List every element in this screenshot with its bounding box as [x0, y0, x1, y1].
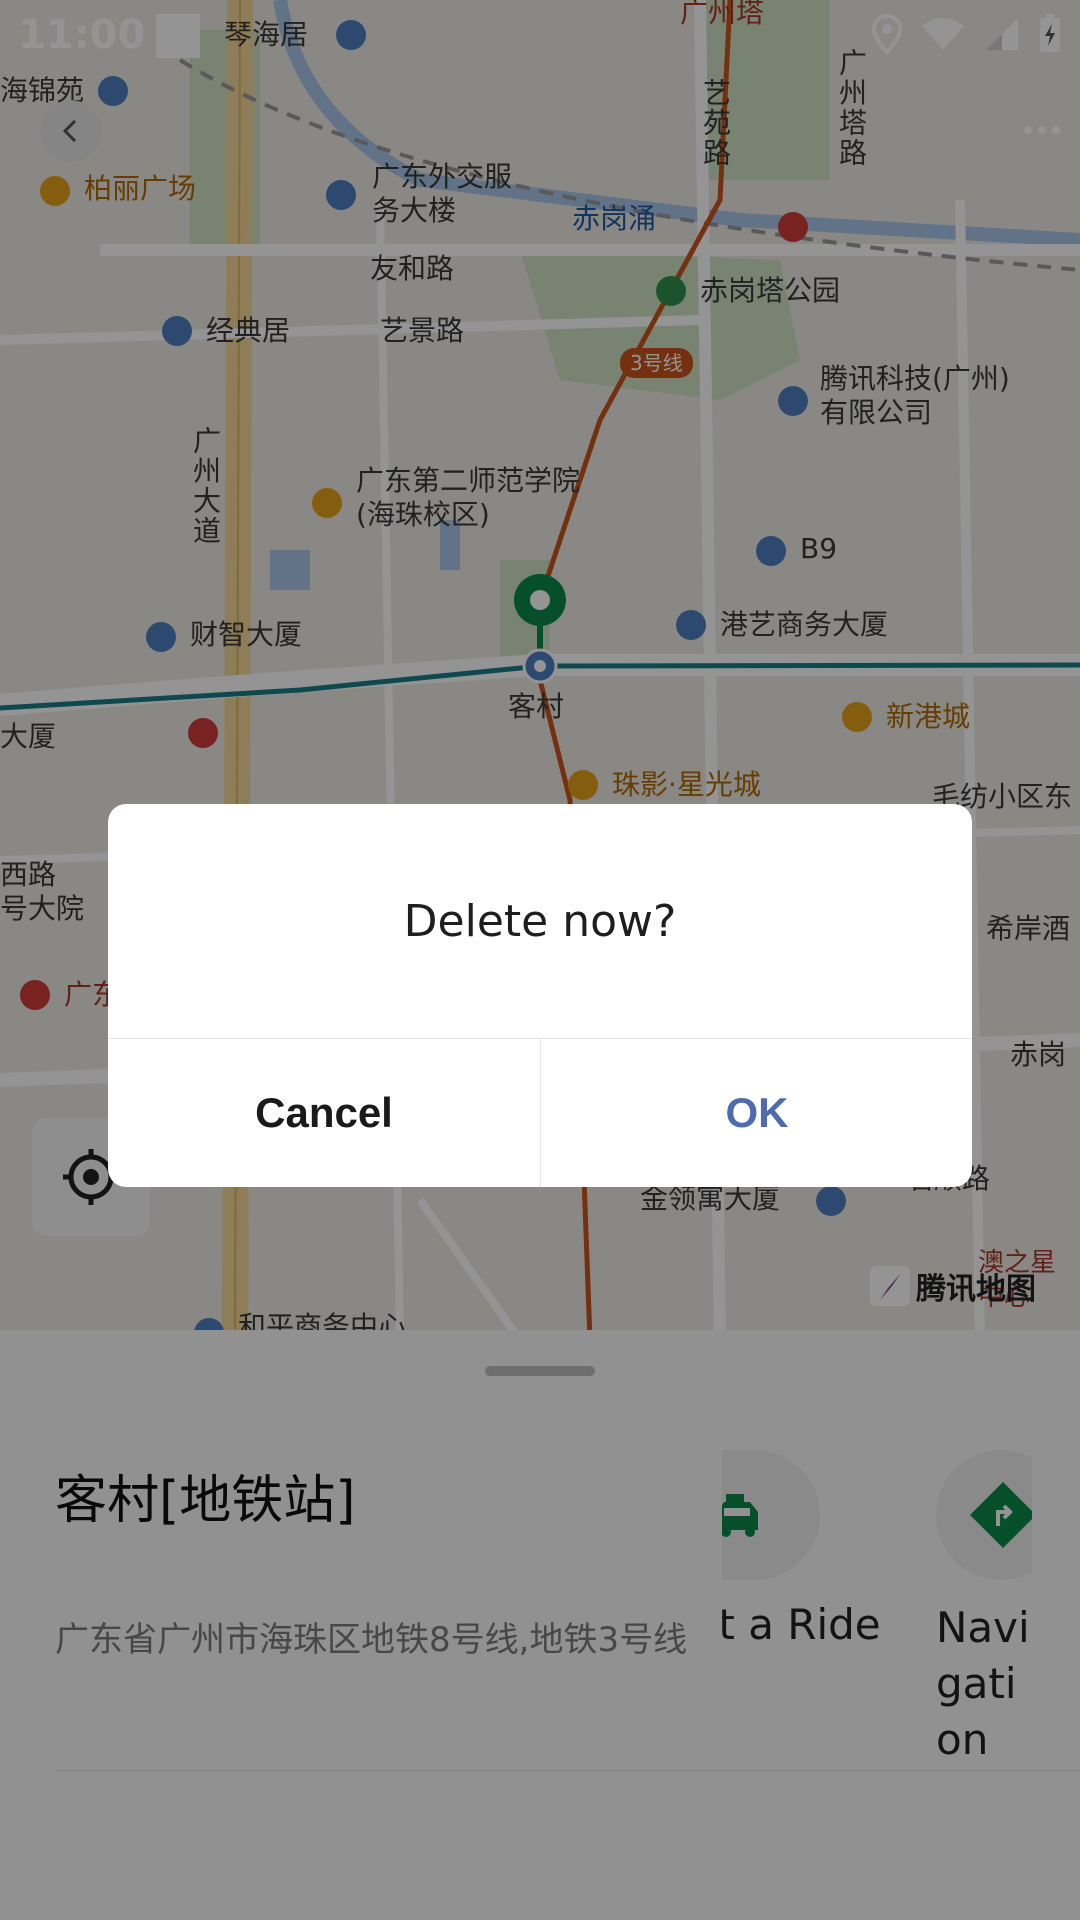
ok-button[interactable]: OK — [541, 1039, 972, 1187]
confirm-dialog: Delete now? Cancel OK — [108, 804, 972, 1187]
cancel-button[interactable]: Cancel — [108, 1039, 540, 1187]
dialog-message: Delete now? — [403, 895, 677, 947]
